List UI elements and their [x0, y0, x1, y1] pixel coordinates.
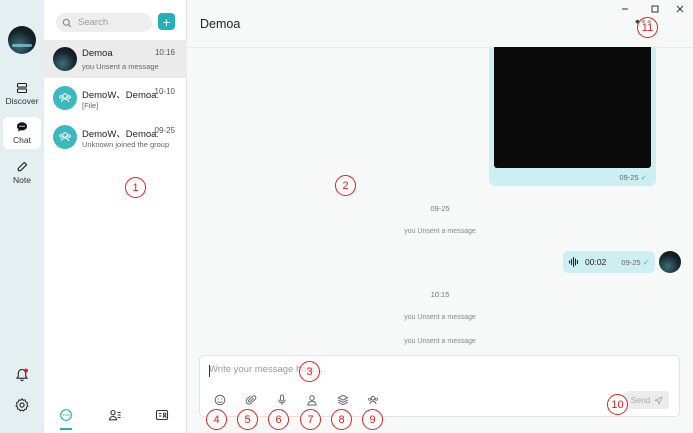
settings-gear-icon[interactable]	[14, 397, 30, 413]
list-bottom-tabs	[44, 397, 187, 433]
annotation-marker: 5	[237, 409, 258, 430]
chat-panel: Demoa ••• 09-25 ✓ 09-25 you Unsent a mes…	[187, 0, 693, 433]
annotation-marker: 1	[125, 177, 146, 198]
conversation-time: 09-25	[154, 126, 175, 135]
nav-item-chat[interactable]: Chat	[3, 117, 41, 149]
close-icon[interactable]	[675, 4, 685, 14]
voice-message-bubble[interactable]: 00:02 09-25 ✓	[563, 251, 655, 273]
conversation-name: DemoW、Demoa...	[82, 129, 158, 140]
annotation-marker: 6	[268, 409, 289, 430]
chat-icon	[17, 122, 27, 132]
minimize-icon[interactable]	[620, 4, 630, 14]
annotation-marker: 10	[607, 394, 628, 415]
plus-icon: +	[162, 13, 171, 30]
conversation-name: Demoa	[82, 48, 113, 59]
avatar[interactable]	[659, 251, 681, 273]
send-label: Send	[630, 395, 651, 405]
message-time: 09-25	[621, 258, 641, 267]
layers-icon	[337, 394, 349, 406]
image-message-bubble[interactable]: 09-25 ✓	[489, 47, 656, 186]
chat-title: Demoa	[200, 17, 241, 31]
chat-header: Demoa •••	[187, 0, 693, 48]
annotation-marker: 7	[300, 409, 321, 430]
group-icon	[59, 132, 71, 142]
add-button[interactable]: +	[158, 13, 175, 30]
annotation-marker: 2	[335, 175, 356, 196]
conversation-preview: Unknown joined the group	[82, 140, 170, 149]
active-tab-indicator	[60, 428, 72, 430]
conversation-time: 10:16	[154, 48, 175, 57]
date-divider: 10:15	[430, 290, 450, 299]
layers-button[interactable]	[337, 394, 349, 406]
conversation-time: 10-10	[154, 87, 175, 96]
date-divider: 09-25	[430, 204, 450, 213]
group-button[interactable]	[367, 394, 379, 406]
group-icon	[368, 395, 378, 405]
nav-item-label: Note	[13, 175, 31, 185]
discover-icon	[16, 82, 28, 94]
emoji-button[interactable]	[214, 394, 226, 406]
annotation-marker: 8	[331, 409, 352, 430]
annotation-marker: 9	[362, 409, 383, 430]
system-message: you Unsent a message	[404, 314, 476, 321]
microphone-icon	[278, 394, 286, 405]
groups-tab-icon[interactable]	[155, 408, 169, 422]
user-icon	[307, 395, 317, 406]
voice-record-button[interactable]	[276, 394, 288, 406]
voice-duration: 00:02	[585, 257, 607, 267]
annotation-marker: 3	[299, 361, 320, 382]
conversation-item-group-1[interactable]: DemoW、Demoa... 10-10 [File]	[44, 79, 187, 117]
user-avatar[interactable]	[8, 26, 36, 54]
send-button[interactable]: Send	[625, 391, 669, 409]
annotation-marker: 4	[206, 409, 227, 430]
search-box[interactable]	[56, 13, 152, 32]
group-icon	[59, 93, 71, 103]
conversation-item-group-2[interactable]: DemoW、Demoa... 09-25 Unknown joined the …	[44, 118, 187, 156]
contacts-tab-icon[interactable]	[108, 408, 122, 422]
nav-item-discover[interactable]: Discover	[3, 78, 41, 110]
read-check-icon: ✓	[642, 258, 649, 267]
conversation-item-demoa[interactable]: Demoa 10:16 you Unsent a message	[44, 40, 187, 78]
system-message: you Unsent a message	[404, 338, 476, 345]
image-preview[interactable]	[494, 47, 651, 168]
search-input[interactable]	[78, 17, 150, 28]
conversation-preview: you Unsent a message	[82, 62, 159, 71]
avatar	[53, 47, 77, 71]
read-check-icon: ✓	[640, 173, 647, 182]
share-contact-button[interactable]	[306, 394, 318, 406]
conversation-preview: [File]	[82, 101, 99, 110]
annotation-marker: 11	[637, 17, 658, 38]
text-caret	[209, 365, 210, 377]
message-input[interactable]	[209, 364, 589, 380]
conversation-name: DemoW、Demoa...	[82, 90, 158, 101]
nav-item-note[interactable]: Note	[3, 157, 41, 189]
message-time: 09-25	[619, 173, 639, 182]
note-icon	[17, 161, 28, 172]
message-meta: 09-25 ✓	[619, 173, 647, 182]
search-icon	[62, 18, 72, 27]
nav-item-label: Discover	[5, 96, 39, 106]
notification-bell-icon[interactable]	[14, 367, 30, 383]
avatar	[53, 86, 77, 110]
paperclip-icon	[245, 395, 257, 405]
nav-item-label: Chat	[13, 135, 31, 145]
avatar	[53, 125, 77, 149]
send-icon	[654, 395, 663, 405]
message-meta: 09-25 ✓	[621, 258, 649, 267]
voice-wave-icon	[568, 256, 579, 268]
conversation-list-panel: + Demoa 10:16 you Unsent a message DemoW…	[44, 0, 187, 433]
nav-rail: Discover Chat Note	[0, 0, 44, 433]
messages-tab-icon[interactable]	[59, 408, 73, 422]
attachment-button[interactable]	[245, 394, 257, 406]
emoji-icon	[214, 394, 226, 406]
system-message: you Unsent a message	[404, 228, 476, 235]
